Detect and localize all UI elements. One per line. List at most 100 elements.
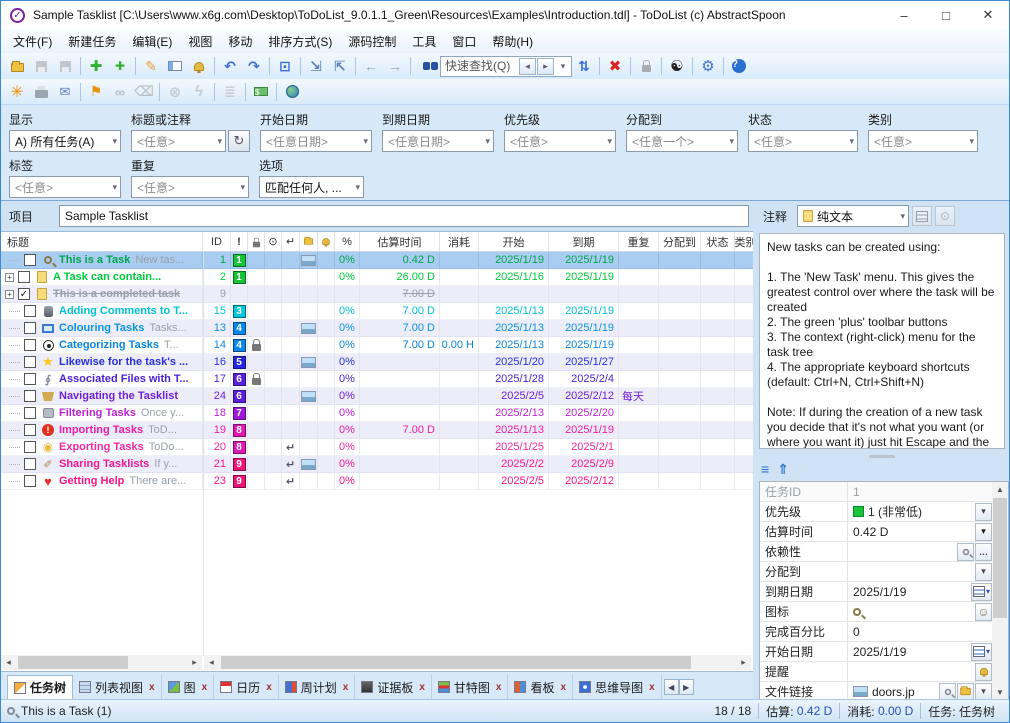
filter-combo-开始日期[interactable]: <任意日期>▾: [260, 130, 372, 152]
column-header-类别[interactable]: 类别: [735, 232, 753, 251]
task-checkbox[interactable]: ✓: [18, 288, 30, 300]
new-subtask-button[interactable]: ✚: [108, 55, 132, 77]
close-tab-icon[interactable]: x: [202, 682, 208, 693]
scroll-right-icon[interactable]: ▸: [736, 655, 751, 670]
task-checkbox[interactable]: [24, 441, 36, 453]
task-checkbox[interactable]: [24, 305, 36, 317]
task-checkbox[interactable]: [24, 373, 36, 385]
attribute-value[interactable]: [848, 542, 956, 561]
web-button[interactable]: [280, 81, 304, 103]
column-header-%[interactable]: %: [335, 232, 360, 251]
filter-combo-分配到[interactable]: <任意一个>▾: [626, 130, 738, 152]
preferences-button[interactable]: ⚙: [696, 55, 720, 77]
column-header-bell[interactable]: [318, 232, 335, 251]
maximize-button[interactable]: □: [925, 1, 967, 29]
outdent-task-button[interactable]: ⇱: [328, 55, 352, 77]
close-tab-icon[interactable]: x: [649, 682, 655, 693]
column-header-消耗[interactable]: 消耗: [440, 232, 479, 251]
task-row[interactable]: Categorizing TasksT...1440%7.00 D0.00 H2…: [1, 337, 753, 354]
task-row[interactable]: !Importing TasksToD...1980%7.00 D2025/1/…: [1, 422, 753, 439]
menu-item-3[interactable]: 视图: [180, 30, 220, 53]
reminder-button[interactable]: [187, 55, 211, 77]
filter-combo-标题或注释[interactable]: <任意>▾: [131, 130, 226, 152]
column-header-状态[interactable]: 状态: [701, 232, 735, 251]
task-row[interactable]: Adding Comments to T...1530%7.00 D2025/1…: [1, 303, 753, 320]
indent-task-button[interactable]: ⇲: [304, 55, 328, 77]
project-title-input[interactable]: [59, 205, 749, 227]
attribute-value[interactable]: [848, 662, 974, 681]
task-row[interactable]: ◉Exporting TasksToDo...208↵0%2025/1/2520…: [1, 439, 753, 456]
undo-button[interactable]: ↶: [218, 55, 242, 77]
filter-combo-优先级[interactable]: <任意>▾: [504, 130, 616, 152]
task-row[interactable]: Colouring TasksTasks...1340%7.00 D2025/1…: [1, 320, 753, 337]
column-header-file[interactable]: [300, 232, 318, 251]
move-attribute-up-icon[interactable]: ⇑: [777, 461, 789, 479]
comments-layout-button[interactable]: [912, 206, 932, 226]
view-tab-甘特图[interactable]: 甘特图x: [432, 675, 509, 699]
column-header-enter[interactable]: ↵: [282, 232, 300, 251]
task-checkbox[interactable]: [24, 339, 36, 351]
tree-hscrollbar[interactable]: ◂ ▸: [1, 655, 202, 670]
delete-task-button[interactable]: ✖: [603, 55, 627, 77]
menu-item-7[interactable]: 工具: [404, 30, 444, 53]
view-tab-思维导图[interactable]: 思维导图x: [573, 675, 662, 699]
menu-item-5[interactable]: 排序方式(S): [260, 30, 340, 53]
new-tasklist-button[interactable]: ✳: [5, 81, 29, 103]
task-checkbox[interactable]: [24, 407, 36, 419]
filter-combo-显示[interactable]: A) 所有任务(A)▾: [9, 130, 121, 152]
next-task-button[interactable]: →: [383, 55, 407, 77]
smiley-button[interactable]: ☺: [975, 603, 992, 621]
scroll-left-icon[interactable]: ◂: [204, 655, 219, 670]
maximize-tasklist-button[interactable]: ⊡: [273, 55, 297, 77]
flag-button[interactable]: ⚑: [84, 81, 108, 103]
minimize-button[interactable]: –: [883, 1, 925, 29]
new-task-button[interactable]: ✚: [84, 55, 108, 77]
mag-button[interactable]: [957, 543, 974, 561]
expand-icon[interactable]: +: [5, 273, 14, 282]
menu-item-6[interactable]: 源码控制: [340, 30, 404, 53]
tabs-scroll-right-icon[interactable]: ▶: [679, 679, 694, 695]
help-button[interactable]: ?: [727, 55, 751, 77]
combo-button[interactable]: ▾: [975, 503, 992, 521]
columns-hscrollbar[interactable]: ◂ ▸: [204, 655, 751, 670]
toggle-style-button[interactable]: ☯: [665, 55, 689, 77]
prev-task-button[interactable]: ←: [359, 55, 383, 77]
attribute-value[interactable]: 2025/1/19: [848, 642, 970, 661]
task-row[interactable]: ♥Getting HelpThere are...239↵0%2025/2/52…: [1, 473, 753, 490]
task-checkbox[interactable]: [24, 458, 36, 470]
task-comments[interactable]: New tasks can be created using: 1. The '…: [759, 233, 1005, 449]
link-button[interactable]: ∞: [108, 81, 132, 103]
column-header-分配到[interactable]: 分配到: [659, 232, 701, 251]
folder-button[interactable]: [957, 683, 974, 701]
close-tab-icon[interactable]: x: [496, 682, 502, 693]
menu-item-9[interactable]: 帮助(H): [484, 30, 541, 53]
toggle-title-comments-button[interactable]: ↻: [228, 130, 250, 152]
view-tab-证据板[interactable]: 证据板x: [355, 675, 432, 699]
view-tab-看板[interactable]: 看板x: [508, 675, 573, 699]
disable-button[interactable]: ⊗: [163, 81, 187, 103]
view-tab-周计划[interactable]: 周计划x: [279, 675, 356, 699]
attribute-value[interactable]: 1: [848, 482, 992, 501]
task-checkbox[interactable]: [24, 475, 36, 487]
task-row[interactable]: +A Task can contain...210%26.00 D2025/1/…: [1, 269, 753, 286]
edit-attributes-button[interactable]: [163, 55, 187, 77]
scroll-left-icon[interactable]: ◂: [1, 655, 16, 670]
mag-button[interactable]: [939, 683, 956, 701]
dots-button[interactable]: …: [975, 543, 992, 561]
task-row[interactable]: This is a TaskNew tas...110%0.42 D2025/1…: [1, 252, 753, 269]
view-tab-任务树[interactable]: 任务树: [7, 675, 73, 699]
close-tab-icon[interactable]: x: [561, 682, 567, 693]
menu-item-8[interactable]: 窗口: [444, 30, 484, 53]
attribute-value[interactable]: 2025/1/19: [848, 582, 970, 601]
column-header-开始[interactable]: 开始: [479, 232, 549, 251]
cal-button[interactable]: ▾: [971, 643, 992, 661]
close-tab-icon[interactable]: x: [343, 682, 349, 693]
donate-button[interactable]: $: [249, 81, 273, 103]
close-tab-icon[interactable]: x: [266, 682, 272, 693]
filter-combo-状态[interactable]: <任意>▾: [748, 130, 858, 152]
quick-search-input[interactable]: [441, 58, 519, 75]
task-checkbox[interactable]: [24, 390, 36, 402]
spin-button[interactable]: ▾: [975, 523, 992, 541]
filter-combo-重复[interactable]: <任意>▾: [131, 176, 249, 198]
email-button[interactable]: ✉: [53, 81, 77, 103]
